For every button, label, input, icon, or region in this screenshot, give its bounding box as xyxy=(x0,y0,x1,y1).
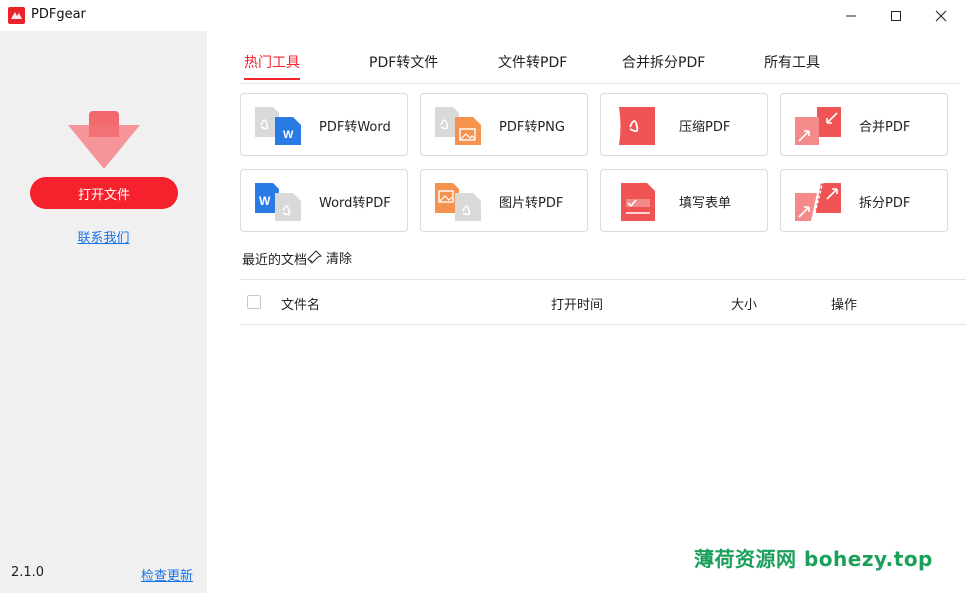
tool-card-image-to-pdf[interactable]: 图片转PDF xyxy=(420,169,588,232)
clear-recent-button[interactable]: 清除 xyxy=(307,248,352,267)
tool-tabs: 热门工具 PDF转文件 文件转PDF 合并拆分PDF 所有工具 xyxy=(240,52,960,84)
minimize-icon xyxy=(846,15,856,16)
tool-card-fill-form[interactable]: 填写表单 xyxy=(600,169,768,232)
clear-label: 清除 xyxy=(326,252,353,267)
tool-label: 压缩PDF xyxy=(679,120,731,135)
tool-card-compress-pdf[interactable]: 压缩PDF xyxy=(600,93,768,156)
fill-form-icon xyxy=(621,183,655,221)
column-header-filename[interactable]: 文件名 xyxy=(281,294,320,313)
tool-label: PDF转Word xyxy=(319,120,391,135)
contact-us-link[interactable]: 联系我们 xyxy=(0,227,207,246)
tool-card-word-to-pdf[interactable]: W Word转PDF xyxy=(240,169,408,232)
column-header-opened-time[interactable]: 打开时间 xyxy=(551,294,603,313)
maximize-button[interactable] xyxy=(873,0,919,31)
tool-label: PDF转PNG xyxy=(499,120,565,135)
column-header-size[interactable]: 大小 xyxy=(731,294,757,313)
svg-text:W: W xyxy=(259,194,271,208)
contact-us-label: 联系我们 xyxy=(77,231,130,246)
select-all-checkbox[interactable] xyxy=(247,295,261,309)
tab-hot-tools[interactable]: 热门工具 xyxy=(244,52,300,80)
compress-pdf-icon xyxy=(619,107,655,145)
table-header-top-divider xyxy=(240,279,966,280)
word-to-pdf-icon: W xyxy=(255,183,301,221)
title-bar: PDFgear xyxy=(0,0,966,31)
window-title: PDFgear xyxy=(31,7,86,22)
tab-merge-split-pdf[interactable]: 合并拆分PDF xyxy=(622,52,705,78)
open-file-button[interactable]: 打开文件 xyxy=(30,177,178,209)
table-header-bottom-divider xyxy=(240,324,966,325)
check-update-link[interactable]: 检查更新 xyxy=(141,565,193,584)
tool-card-pdf-to-png[interactable]: PDF转PNG xyxy=(420,93,588,156)
maximize-icon xyxy=(891,10,901,21)
watermark-text: 薄荷资源网 bohezy.top xyxy=(694,547,933,571)
column-header-action: 操作 xyxy=(831,298,858,313)
close-button[interactable] xyxy=(918,0,964,31)
tool-card-merge-pdf[interactable]: 合并PDF xyxy=(780,93,948,156)
sidebar: 打开文件 联系我们 2.1.0 检查更新 xyxy=(0,31,207,593)
version-label: 2.1.0 xyxy=(11,565,45,580)
minimize-button[interactable] xyxy=(828,0,874,31)
split-pdf-icon xyxy=(795,181,841,221)
tool-card-split-pdf[interactable]: 拆分PDF xyxy=(780,169,948,232)
close-icon xyxy=(935,10,947,21)
brush-clear-icon xyxy=(307,250,322,264)
app-window: PDFgear 打开文件 联系我们 2.1.0 检查更新 热门工具 PDF转文件… xyxy=(0,0,966,593)
tab-all-tools[interactable]: 所有工具 xyxy=(764,52,820,78)
tabs-divider xyxy=(240,83,960,84)
pdfgear-logo-icon xyxy=(8,7,25,24)
tab-file-to-pdf[interactable]: 文件转PDF xyxy=(498,52,567,78)
pdf-to-word-icon: W xyxy=(255,107,301,145)
tool-card-pdf-to-word[interactable]: W PDF转Word xyxy=(240,93,408,156)
tool-label: 图片转PDF xyxy=(499,196,564,211)
tab-pdf-to-file[interactable]: PDF转文件 xyxy=(369,52,438,78)
pdf-to-png-icon xyxy=(435,107,481,145)
recent-documents-title: 最近的文档 xyxy=(242,253,308,268)
image-to-pdf-icon xyxy=(435,183,481,221)
tool-label: 合并PDF xyxy=(859,120,911,135)
tool-label: Word转PDF xyxy=(319,196,391,211)
merge-pdf-icon xyxy=(795,107,841,145)
tool-label: 填写表单 xyxy=(679,196,732,211)
tool-label: 拆分PDF xyxy=(859,196,911,211)
svg-text:W: W xyxy=(283,129,294,141)
